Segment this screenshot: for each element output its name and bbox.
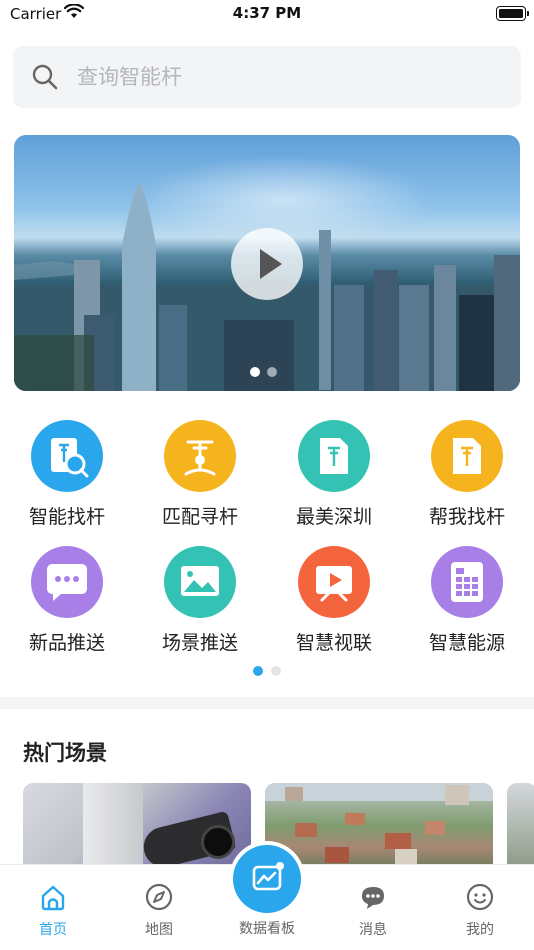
function-smart-energy[interactable]: 智慧能源 — [400, 546, 534, 655]
help-find-pole-icon — [431, 420, 503, 492]
tab-map[interactable]: 地图 — [106, 865, 212, 950]
function-label: 匹配寻杆 — [161, 506, 238, 528]
tab-messages[interactable]: 消息 — [320, 865, 426, 950]
function-beautiful-shenzhen[interactable]: 最美深圳 — [267, 420, 401, 529]
search-input[interactable] — [77, 46, 497, 108]
banner-pagination — [250, 367, 277, 377]
function-label: 场景推送 — [161, 632, 238, 654]
new-product-chat-icon — [31, 546, 103, 618]
search-icon — [32, 64, 58, 90]
search-bar[interactable] — [13, 46, 521, 108]
smart-video-play-icon — [298, 546, 370, 618]
pagination-dot-active — [253, 666, 263, 676]
function-label: 智能找杆 — [28, 506, 105, 528]
section-divider — [0, 697, 534, 709]
tab-home[interactable]: 首页 — [0, 865, 106, 950]
pagination-dot — [271, 666, 281, 676]
function-smart-find-pole[interactable]: 智能找杆 — [0, 420, 134, 529]
data-dashboard-icon — [252, 862, 284, 891]
function-pagination — [253, 666, 281, 676]
beautiful-shenzhen-icon — [298, 420, 370, 492]
function-label: 最美深圳 — [295, 506, 372, 528]
function-label: 帮我找杆 — [428, 506, 505, 528]
match-pole-icon — [164, 420, 236, 492]
tab-label: 数据看板 — [239, 921, 295, 937]
function-label: 智慧视联 — [295, 632, 372, 654]
battery-icon — [496, 6, 529, 21]
function-label: 新品推送 — [28, 632, 105, 654]
pole-image — [83, 783, 143, 869]
status-bar: Carrier 4:37 PM — [0, 0, 534, 30]
function-smart-video[interactable]: 智慧视联 — [267, 546, 401, 655]
tab-label: 我的 — [466, 922, 494, 938]
tab-data-dashboard[interactable] — [233, 845, 301, 913]
tab-label: 首页 — [39, 922, 67, 938]
scene-card[interactable] — [507, 783, 534, 869]
hot-scenes-title: 热门场景 — [23, 741, 107, 765]
scene-card[interactable] — [23, 783, 251, 869]
home-icon — [41, 885, 65, 911]
function-new-product-push[interactable]: 新品推送 — [0, 546, 134, 655]
smart-pole-search-icon — [31, 420, 103, 492]
tab-label: 地图 — [145, 922, 173, 938]
function-match-pole[interactable]: 匹配寻杆 — [133, 420, 267, 529]
banner-dot-active — [250, 367, 260, 377]
status-time: 4:37 PM — [232, 4, 302, 22]
function-scene-push[interactable]: 场景推送 — [133, 546, 267, 655]
function-label: 智慧能源 — [428, 632, 505, 654]
message-icon — [362, 887, 384, 909]
smart-energy-battery-icon — [431, 546, 503, 618]
tab-label: 消息 — [359, 922, 387, 938]
function-help-find-pole[interactable]: 帮我找杆 — [400, 420, 534, 529]
profile-icon — [466, 883, 494, 911]
compass-icon — [145, 883, 173, 911]
play-video-button[interactable] — [231, 228, 303, 300]
scene-image-icon — [164, 546, 236, 618]
tab-profile[interactable]: 我的 — [427, 865, 533, 950]
banner-dot — [267, 367, 277, 377]
video-banner[interactable] — [14, 135, 520, 391]
